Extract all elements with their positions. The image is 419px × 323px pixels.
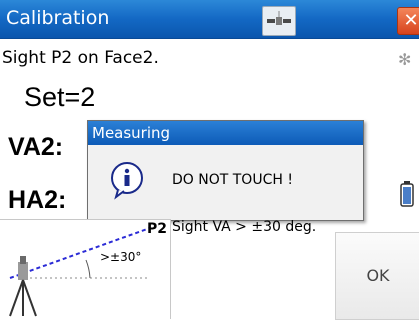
instruction-text: Sight P2 on Face2. [2,48,159,68]
title-bar: Calibration ✕ [0,0,419,39]
ok-button[interactable]: OK [335,232,419,320]
dialog-title: Measuring [88,121,363,145]
hint-text: Sight VA > ±30 deg. [172,219,317,235]
battery-icon [400,181,414,207]
angle-label: >±30° [100,250,142,264]
dialog-message: DO NOT TOUCH ! [172,172,293,188]
window-title: Calibration [6,7,110,29]
set-label: Set=2 [24,82,96,112]
close-button[interactable]: ✕ [397,7,419,35]
ha2-label: HA2: [8,186,67,214]
info-icon [108,160,148,200]
sighting-diagram: P2 >±30° [0,219,171,319]
va2-label: VA2: [8,133,64,161]
satellite-icon[interactable] [262,6,296,36]
point-label: P2 [147,221,168,237]
gear-icon[interactable]: ✻ [398,50,414,69]
measuring-dialog: Measuring DO NOT TOUCH ! [87,120,364,221]
